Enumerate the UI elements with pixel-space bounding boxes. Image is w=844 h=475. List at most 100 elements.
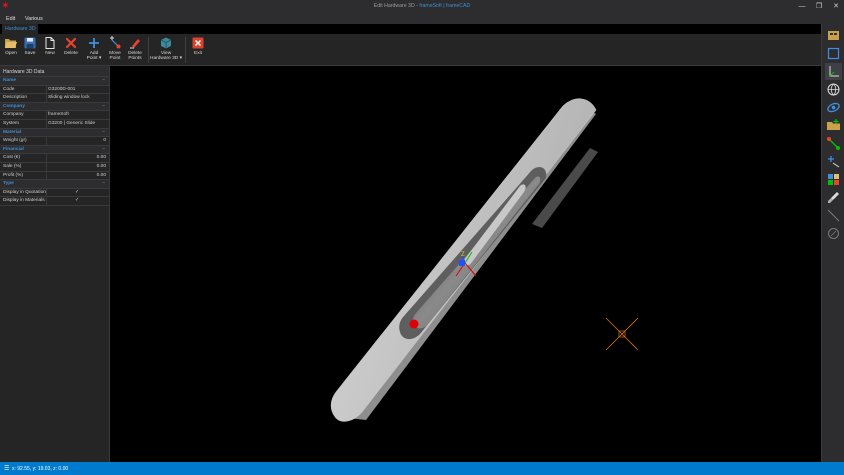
- exit-button[interactable]: Exit: [188, 34, 208, 66]
- profit-value[interactable]: 0.00: [97, 172, 106, 180]
- property-row[interactable]: Display in Quotation ✓: [0, 188, 109, 198]
- category-name[interactable]: Name −: [0, 77, 109, 86]
- color-grid-tool[interactable]: [825, 171, 842, 188]
- view-hardware-3d-button[interactable]: View Hardware 3D ▾: [149, 34, 183, 66]
- brush-tool[interactable]: [825, 189, 842, 206]
- property-row[interactable]: Weight (gr) 0: [0, 137, 109, 146]
- add-point-icon: [89, 38, 99, 48]
- property-label: Sale (%): [3, 163, 22, 169]
- column-divider: [46, 119, 47, 128]
- category-material[interactable]: Material −: [0, 128, 109, 138]
- property-label: Description: [3, 95, 27, 101]
- column-divider: [46, 85, 47, 94]
- add-point-button[interactable]: Add Point ▾: [83, 34, 105, 66]
- menu-various[interactable]: Various: [25, 16, 43, 22]
- panel-header: Hardware 3D Data: [0, 66, 109, 77]
- delete-points-icon: [130, 39, 140, 49]
- property-row[interactable]: Sale (%) 0.00: [0, 162, 109, 172]
- open-button[interactable]: Open: [2, 34, 20, 66]
- category-company[interactable]: Company −: [0, 102, 109, 112]
- delete-label: Delete: [64, 51, 78, 56]
- company-value[interactable]: frameSoft: [48, 111, 69, 119]
- menu-edit[interactable]: Edit: [6, 16, 15, 22]
- folder-add-icon: [827, 119, 840, 130]
- weight-value[interactable]: 0: [103, 137, 106, 145]
- status-menu-icon[interactable]: ☰: [4, 465, 9, 472]
- code-value[interactable]: G3200D-001: [48, 86, 75, 94]
- save-disk-icon: [24, 37, 36, 49]
- property-row[interactable]: Display in Materials ✓: [0, 197, 109, 206]
- category-label: Company: [3, 103, 25, 109]
- window-title-app: frameSoft | frameCAD: [419, 3, 471, 9]
- menu-bar: Edit Various: [0, 14, 844, 24]
- delete-button[interactable]: Delete: [61, 34, 81, 66]
- color-grid-icon: [828, 174, 839, 185]
- save-button[interactable]: Save: [21, 34, 39, 66]
- sale-value[interactable]: 0.00: [97, 163, 106, 171]
- viewport-3d[interactable]: Z: [110, 66, 821, 462]
- move-point-label-line2: Point: [109, 56, 121, 62]
- z-axis-label: Z: [461, 252, 465, 258]
- ribbon-tab-hardware-3d[interactable]: Hardware 3D: [2, 24, 38, 34]
- new-button[interactable]: New: [40, 34, 60, 66]
- property-label: Display in Quotation: [3, 189, 46, 195]
- close-button[interactable]: ✕: [828, 0, 844, 14]
- window-title: Edit Hardware 3D - frameSoft | frameCAD: [0, 3, 844, 9]
- minimize-button[interactable]: —: [794, 0, 810, 14]
- description-value[interactable]: Sliding window lock: [48, 94, 90, 102]
- globe-tool[interactable]: [825, 81, 842, 98]
- move-point-button[interactable]: Move Point: [106, 34, 124, 66]
- selected-point[interactable]: [409, 319, 419, 329]
- collapse-icon[interactable]: −: [102, 77, 105, 85]
- collapse-icon[interactable]: −: [102, 180, 105, 188]
- line-icon: [827, 209, 840, 222]
- category-type[interactable]: Type −: [0, 180, 109, 189]
- column-divider: [46, 137, 47, 145]
- property-row[interactable]: Profit (%) 0.00: [0, 171, 109, 181]
- window-frame-tool[interactable]: [825, 27, 842, 44]
- view-hardware-3d-label: View Hardware 3D ▾: [149, 51, 183, 62]
- delete-points-label: Delete Points: [125, 51, 145, 62]
- property-label: System: [3, 120, 19, 126]
- properties-panel: Hardware 3D Data Name − Code G3200D-001 De…: [0, 66, 110, 462]
- collapse-icon[interactable]: −: [102, 146, 105, 154]
- line-tool[interactable]: [825, 207, 842, 224]
- add-edge-icon: [828, 156, 840, 168]
- axis-origin-marker: [459, 260, 465, 266]
- collapse-icon[interactable]: −: [102, 129, 105, 137]
- property-row[interactable]: Code G3200D-001: [0, 85, 109, 95]
- rectangle-icon: [827, 47, 840, 60]
- cost-value[interactable]: 0.00: [97, 154, 106, 162]
- maximize-button[interactable]: ❐: [811, 0, 827, 14]
- view-cube-icon: [160, 37, 172, 49]
- property-row[interactable]: Cost (€) 0.00: [0, 154, 109, 163]
- delete-points-button[interactable]: Delete Points: [125, 34, 145, 66]
- collapse-icon[interactable]: −: [102, 103, 105, 111]
- orbit-tool[interactable]: [825, 99, 842, 116]
- circle-tool[interactable]: [825, 225, 842, 242]
- new-label: New: [45, 51, 55, 56]
- new-document-icon: [45, 37, 55, 49]
- axis-origin-tool[interactable]: [825, 63, 842, 80]
- rectangle-tool[interactable]: [825, 45, 842, 62]
- column-divider: [46, 171, 47, 180]
- view-label-line2: Hardware 3D ▾: [150, 56, 182, 62]
- add-edge-tool[interactable]: [825, 153, 842, 170]
- column-divider: [46, 154, 47, 162]
- property-row[interactable]: Description Sliding window lock: [0, 94, 109, 103]
- connect-node-tool[interactable]: [825, 135, 842, 152]
- property-label: Code: [3, 86, 15, 92]
- category-label: Financial: [3, 146, 24, 152]
- system-value[interactable]: G3200 | Generic Slide: [48, 120, 95, 128]
- property-row[interactable]: System G3200 | Generic Slide: [0, 119, 109, 129]
- property-row[interactable]: Company frameSoft: [0, 111, 109, 120]
- open-folder-icon: [5, 39, 17, 48]
- viewport-canvas[interactable]: Z: [110, 66, 821, 462]
- column-divider: [46, 111, 47, 119]
- axis-origin-icon: [829, 66, 839, 77]
- category-financial[interactable]: Financial −: [0, 145, 109, 155]
- folder-add-tool[interactable]: [825, 117, 842, 134]
- globe-icon: [827, 83, 840, 96]
- display-materials-checkbox[interactable]: ✓: [75, 197, 79, 205]
- display-quotation-checkbox[interactable]: ✓: [75, 189, 79, 197]
